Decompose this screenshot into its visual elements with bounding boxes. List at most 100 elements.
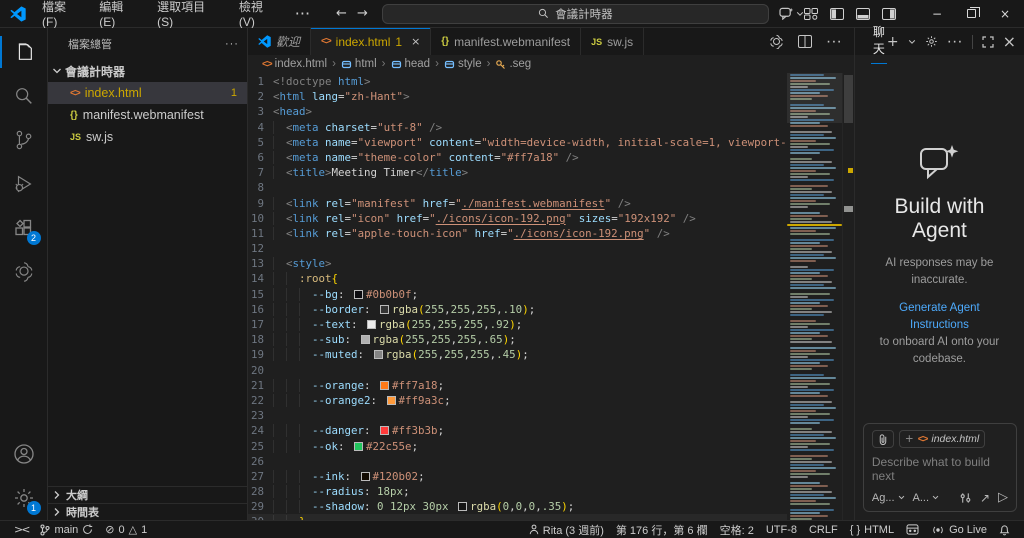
toggle-primary-sidebar-icon[interactable] xyxy=(830,8,844,20)
chevron-down-icon[interactable] xyxy=(908,38,916,46)
chat-input-box[interactable]: + <> index.html Describe what to build n… xyxy=(863,423,1017,512)
code-line[interactable]: 12 xyxy=(248,241,787,256)
split-editor-icon[interactable] xyxy=(798,35,812,48)
code-line[interactable]: 9 <link rel="manifest" href="./manifest.… xyxy=(248,196,787,211)
tab-歡迎[interactable]: 歡迎 xyxy=(248,28,311,55)
context-file-chip[interactable]: + <> index.html xyxy=(899,430,985,448)
sidebar-section-大綱[interactable]: 大綱 xyxy=(48,486,247,503)
code-line[interactable]: 8 xyxy=(248,180,787,195)
model-dropdown[interactable]: A... xyxy=(913,492,940,504)
eol-status[interactable]: CRLF xyxy=(803,521,844,538)
code-line[interactable]: 28 --radius: 18px; xyxy=(248,484,787,499)
language-mode[interactable]: { } HTML xyxy=(844,521,900,538)
restore-button[interactable] xyxy=(954,1,988,27)
chat-input-placeholder[interactable]: Describe what to build next xyxy=(872,455,1008,483)
menu-item-V[interactable]: 檢視(V) xyxy=(231,0,287,31)
breadcrumb-item-.seg[interactable]: .seg xyxy=(495,58,531,70)
encoding-status[interactable]: UTF-8 xyxy=(760,521,803,538)
command-center-search[interactable]: 會議計時器 xyxy=(382,4,769,24)
git-branch-status[interactable]: main xyxy=(34,521,99,538)
code-line[interactable]: 25 --ok: #22c55e; xyxy=(248,439,787,454)
remote-indicator[interactable]: >< xyxy=(8,521,34,538)
code-line[interactable]: 29 --shadow: 0 12px 30px rgba(0,0,0,.35)… xyxy=(248,499,787,514)
code-line[interactable]: 1<!doctype html> xyxy=(248,74,787,89)
menu-item-E[interactable]: 編輯(E) xyxy=(91,0,147,31)
code-line[interactable]: 23 xyxy=(248,408,787,423)
code-line[interactable]: 27 --ink: #120b02; xyxy=(248,469,787,484)
extension-grid-status[interactable] xyxy=(900,521,925,538)
menu-overflow[interactable]: ··· xyxy=(287,2,318,25)
customize-layout-icon[interactable] xyxy=(804,8,818,20)
openai-icon[interactable] xyxy=(769,34,784,49)
new-chat-button[interactable]: + xyxy=(887,34,899,50)
code-line[interactable]: 7 <title>Meeting Timer</title> xyxy=(248,165,787,180)
code-line[interactable]: 13 <style> xyxy=(248,256,787,271)
file-item-index.html[interactable]: <>index.html1 xyxy=(48,82,247,104)
activity-item-openai[interactable] xyxy=(0,250,48,294)
sidebar-section-時間表[interactable]: 時間表 xyxy=(48,503,247,520)
tab-index.html[interactable]: <>index.html1× xyxy=(311,28,431,55)
code-line[interactable]: 6 <meta name="theme-color" content="#ff7… xyxy=(248,150,787,165)
generate-instructions-link[interactable]: Generate Agent Instructions xyxy=(875,300,1004,335)
breadcrumb-item-html[interactable]: html xyxy=(341,58,377,70)
minimize-button[interactable]: − xyxy=(920,1,954,27)
activity-item-run-debug[interactable] xyxy=(0,162,48,206)
activity-item-accounts[interactable] xyxy=(0,432,48,476)
code-line[interactable]: 14 :root{ xyxy=(248,271,787,286)
notifications-status[interactable] xyxy=(993,521,1016,538)
code-line[interactable]: 26 xyxy=(248,454,787,469)
breadcrumb-item-head[interactable]: head xyxy=(391,58,431,70)
breadcrumb-item-index.html[interactable]: <>index.html xyxy=(262,58,327,70)
attach-context-button[interactable] xyxy=(872,430,894,448)
code-line[interactable]: 24 --danger: #ff3b3b; xyxy=(248,423,787,438)
code-line[interactable]: 15 --bg: #0b0b0f; xyxy=(248,287,787,302)
agent-mode-dropdown[interactable]: Ag... xyxy=(872,492,905,504)
copilot-menu[interactable] xyxy=(779,7,804,20)
git-blame-status[interactable]: Rita (3 週前) xyxy=(523,521,610,538)
code-line[interactable]: 21 --orange: #ff7a18; xyxy=(248,378,787,393)
code-line[interactable]: 5 <meta name="viewport" content="width=d… xyxy=(248,135,787,150)
tools-icon[interactable] xyxy=(959,492,972,504)
send-icon[interactable]: ▷ xyxy=(998,490,1008,505)
back-arrow-icon[interactable]: ← xyxy=(336,6,347,21)
expand-icon[interactable] xyxy=(982,36,994,48)
scrollbar[interactable] xyxy=(842,73,854,520)
minimap[interactable] xyxy=(787,73,842,520)
activity-item-extensions[interactable]: 2 xyxy=(0,206,48,250)
indentation-status[interactable]: 空格: 2 xyxy=(714,521,760,538)
code-line[interactable]: 30 } xyxy=(248,514,787,520)
chat-more-actions[interactable]: ··· xyxy=(947,33,963,51)
menu-item-S[interactable]: 選取項目(S) xyxy=(149,0,229,31)
gear-icon[interactable] xyxy=(925,35,938,48)
minimap-slider[interactable] xyxy=(787,73,842,123)
problems-status[interactable]: ⊘ 0 △ 1 xyxy=(99,521,153,538)
editor-more-actions[interactable]: ··· xyxy=(826,33,842,51)
code-line[interactable]: 3<head> xyxy=(248,104,787,119)
code-line[interactable]: 4 <meta charset="utf-8" /> xyxy=(248,120,787,135)
breadcrumb-item-style[interactable]: style xyxy=(444,58,482,70)
forward-arrow-icon[interactable]: → xyxy=(357,6,368,21)
menu-item-F[interactable]: 檔案(F) xyxy=(34,0,89,31)
workspace-folder[interactable]: 會議計時器 xyxy=(48,60,247,82)
tab-sw.js[interactable]: JSsw.js xyxy=(581,28,644,55)
code-line[interactable]: 17 --text: rgba(255,255,255,.92); xyxy=(248,317,787,332)
go-live-status[interactable]: Go Live xyxy=(925,521,993,538)
activity-item-source-control[interactable] xyxy=(0,118,48,162)
file-item-sw.js[interactable]: JSsw.js xyxy=(48,126,247,148)
code-line[interactable]: 2<html lang="zh-Hant"> xyxy=(248,89,787,104)
close-window-button[interactable]: × xyxy=(988,1,1022,27)
tab-manifest.webmanifest[interactable]: {}manifest.webmanifest xyxy=(431,28,581,55)
code-line[interactable]: 22 --orange2: #ff9a3c; xyxy=(248,393,787,408)
toggle-secondary-sidebar-icon[interactable] xyxy=(882,8,896,20)
cursor-position[interactable]: 第 176 行，第 6 欄 xyxy=(610,521,714,538)
voice-input-icon[interactable]: ↗ xyxy=(980,491,990,505)
code-line[interactable]: 18 --sub: rgba(255,255,255,.65); xyxy=(248,332,787,347)
toggle-panel-icon[interactable] xyxy=(856,8,870,20)
close-panel-icon[interactable]: × xyxy=(1003,32,1016,51)
code-line[interactable]: 10 <link rel="icon" href="./icons/icon-1… xyxy=(248,211,787,226)
file-item-manifest.webmanifest[interactable]: {}manifest.webmanifest xyxy=(48,104,247,126)
code-line[interactable]: 16 --border: rgba(255,255,255,.10); xyxy=(248,302,787,317)
activity-item-settings[interactable]: 1 xyxy=(0,476,48,520)
explorer-more-actions[interactable]: ··· xyxy=(225,38,239,50)
close-tab-icon[interactable]: × xyxy=(411,35,420,48)
